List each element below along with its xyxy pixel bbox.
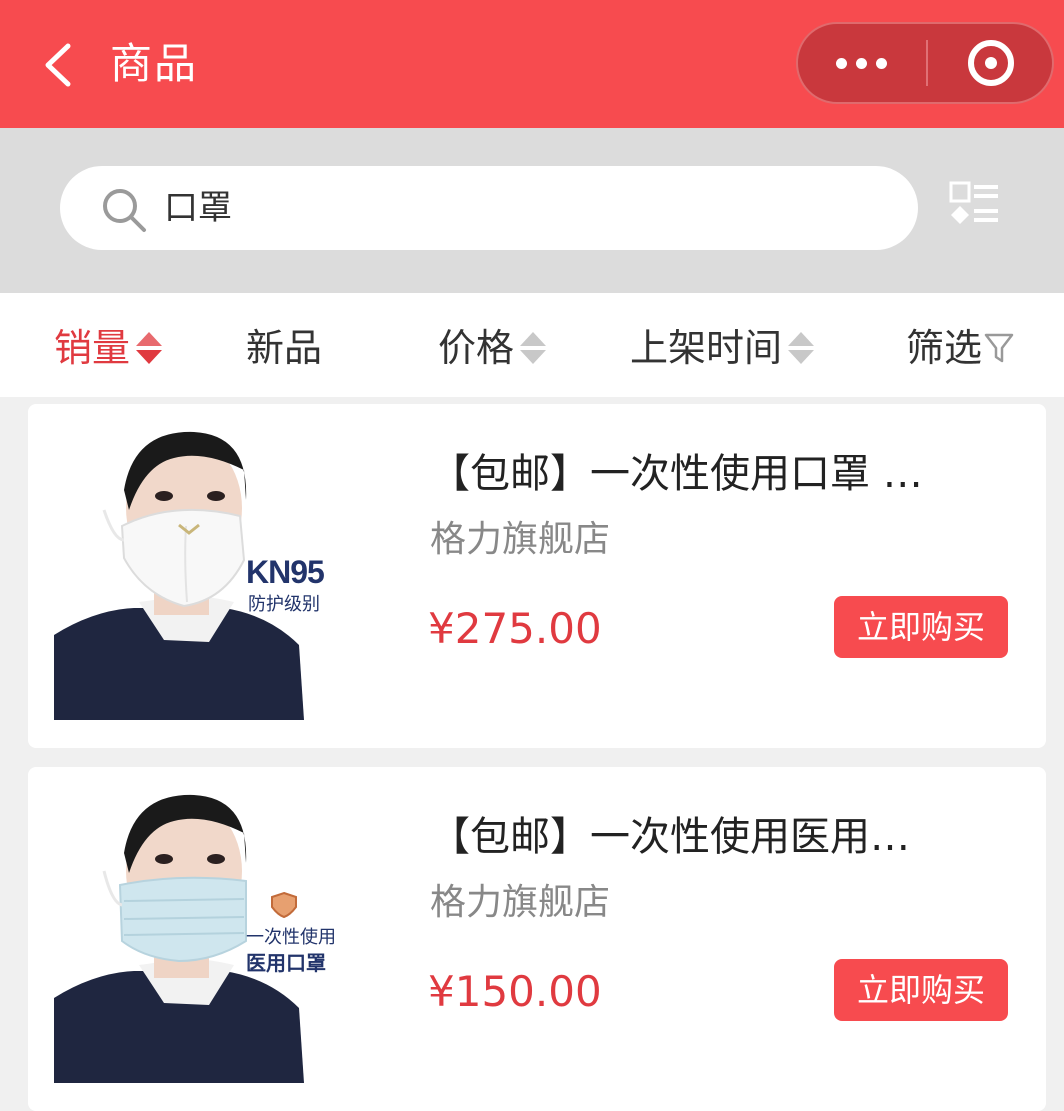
tab-sales[interactable]: 销量 [54,321,163,370]
product-price: ¥150.00 [428,967,602,1016]
product-image[interactable]: 一次性使用 医用口罩 [54,793,344,1083]
sort-tabs: 销量 新品 价格 上架时间 筛选 [0,293,1064,397]
tab-label: 价格 [438,325,515,370]
page-title: 商品 [110,39,199,88]
tab-label: 筛选 [906,325,983,370]
search-query: 口罩 [164,188,232,228]
buy-now-button[interactable]: 立即购买 [834,596,1008,658]
product-name[interactable]: 【包邮】一次性使用医用… [430,809,1010,865]
product-price: ¥275.00 [428,604,602,653]
mini-program-capsule [796,22,1054,104]
tab-filter[interactable]: 筛选 [906,321,1014,370]
capsule-divider [926,40,928,86]
mask-badge-title: KN95 [246,554,325,590]
more-dot-icon [836,58,847,69]
shop-name: 格力旗舰店 [430,882,611,923]
search-icon [103,189,146,232]
sort-arrows-icon [788,330,815,366]
more-dot-icon [876,58,887,69]
search-input[interactable]: 口罩 [60,166,918,250]
mask-badge-line1: 一次性使用 [246,927,336,947]
product-card[interactable]: KN95 防护级别 【包邮】一次性使用口罩 … 格力旗舰店 ¥275.00 立即… [28,404,1046,748]
mask-badge-line2: 医用口罩 [246,953,326,975]
mask-badge-subtitle: 防护级别 [248,594,320,614]
back-arrow-icon[interactable] [38,40,88,90]
search-area: 口罩 [0,128,1064,293]
shop-name: 格力旗舰店 [430,519,611,560]
list-layout-icon[interactable] [948,180,1002,234]
more-menu-button[interactable] [798,24,926,102]
product-image[interactable]: KN95 防护级别 [54,430,344,720]
product-card[interactable]: 一次性使用 医用口罩 【包邮】一次性使用医用… 格力旗舰店 ¥150.00 立即… [28,767,1046,1111]
close-target-icon[interactable] [968,40,1014,86]
product-name[interactable]: 【包邮】一次性使用口罩 … [430,446,1010,502]
tab-listing-time[interactable]: 上架时间 [630,321,815,370]
tab-label: 销量 [54,325,131,370]
tab-label: 上架时间 [630,325,783,370]
sort-arrows-icon [520,330,547,366]
buy-now-button[interactable]: 立即购买 [834,959,1008,1021]
tab-new[interactable]: 新品 [246,321,323,370]
sort-arrows-icon [136,330,163,366]
tab-label: 新品 [246,325,323,370]
tab-price[interactable]: 价格 [438,321,547,370]
filter-funnel-icon [984,333,1014,362]
nav-bar: 商品 [0,0,1064,128]
more-dot-icon [856,58,867,69]
